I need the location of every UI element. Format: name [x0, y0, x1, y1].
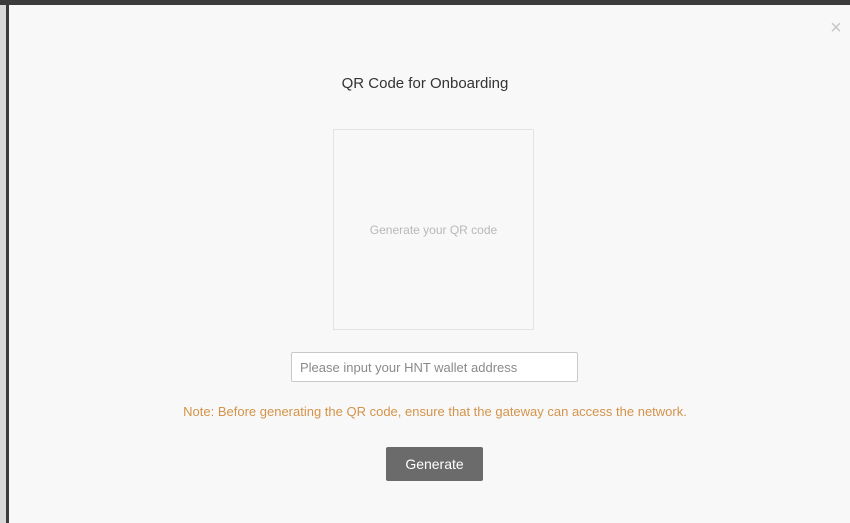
network-note: Note: Before generating the QR code, ens… — [183, 404, 687, 419]
generate-button[interactable]: Generate — [386, 447, 483, 481]
wallet-address-input[interactable] — [291, 352, 578, 382]
qr-placeholder-text: Generate your QR code — [369, 222, 498, 237]
qr-code-area: Generate your QR code — [333, 129, 534, 330]
modal-title: QR Code for Onboarding — [341, 75, 509, 92]
close-icon[interactable]: × — [826, 18, 846, 38]
